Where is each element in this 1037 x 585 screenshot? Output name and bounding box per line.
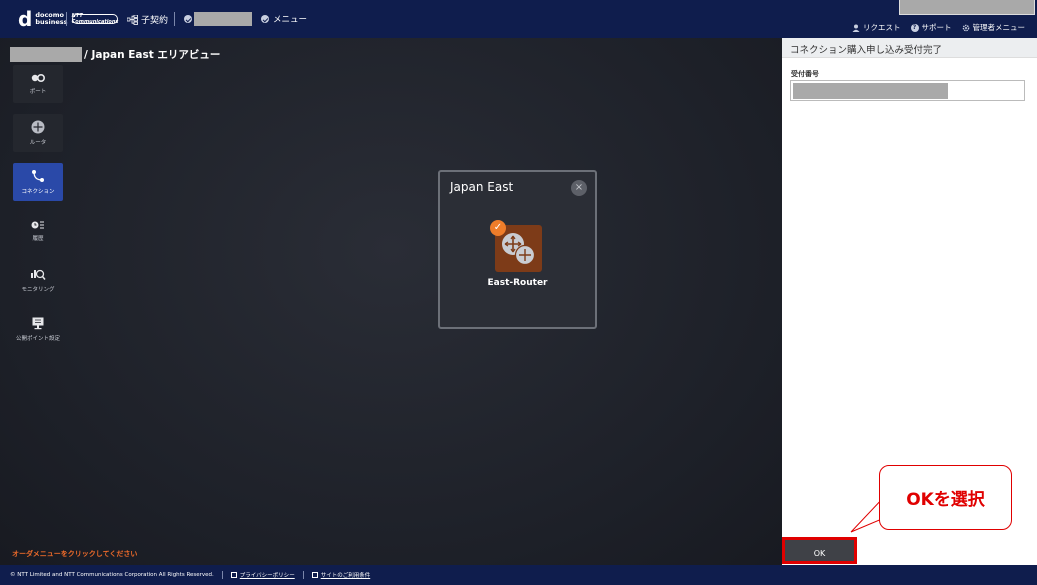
child-contract-menu[interactable]: 子契約 [127, 13, 168, 26]
user-icon [852, 24, 860, 32]
receipt-number-field[interactable] [790, 80, 1025, 101]
ntt-communications-logo: NTT Communications [71, 13, 119, 25]
sidebar-item-router[interactable]: ルータ [13, 114, 63, 152]
footer-divider [221, 571, 223, 579]
header-divider [174, 12, 175, 26]
privacy-policy-link[interactable]: プライバシーポリシー [230, 571, 295, 579]
header-divider [66, 12, 67, 26]
breadcrumb: / Japan East エリアビュー [10, 47, 220, 62]
port-icon [31, 74, 45, 82]
admin-menu-link[interactable]: 管理者メニュー [962, 22, 1026, 33]
copyright-text: © NTT Limited and NTT Communications Cor… [10, 572, 214, 578]
breadcrumb-area-label: / Japan East エリアビュー [84, 49, 221, 61]
hierarchy-icon [127, 14, 138, 25]
close-icon[interactable]: × [571, 180, 587, 196]
callout-annotation: OKを選択 [879, 465, 1012, 530]
menu-label: メニュー [273, 15, 308, 25]
panel-title: コネクション購入申し込み受付完了 [782, 38, 1037, 58]
privacy-policy-label: プライバシーポリシー [239, 573, 295, 579]
sidebar-item-label: 公開ポイント設定 [15, 336, 60, 342]
area-popup: Japan East × ✓ East-Router [438, 170, 597, 329]
request-label: リクエスト [863, 23, 901, 32]
order-sidebar: ポート ルータ コネクション 履歴 モニタリング 公開ポイント設定 [13, 65, 63, 359]
sidebar-item-label: ルータ [29, 140, 47, 146]
sidebar-item-connection[interactable]: コネクション [13, 163, 63, 201]
sidebar-item-history[interactable]: 履歴 [13, 212, 63, 250]
header-right-links: リクエスト ? サポート 管理者メニュー [842, 22, 1025, 33]
footer-divider [302, 571, 304, 579]
child-contract-label: 子契約 [141, 16, 169, 26]
help-icon: ? [910, 23, 919, 32]
footer: © NTT Limited and NTT Communications Cor… [0, 565, 1037, 585]
sidebar-item-label: ポート [29, 89, 47, 95]
router-name: East-Router [487, 278, 548, 288]
selected-check-icon: ✓ [490, 220, 506, 236]
area-view-canvas[interactable]: / Japan East エリアビュー ポート ルータ コネクション 履歴 モニ… [0, 38, 782, 565]
support-label: サポート [921, 23, 952, 32]
public-point-icon [32, 317, 44, 330]
router-icon [31, 120, 45, 134]
request-link[interactable]: リクエスト [852, 22, 901, 33]
docomo-business-logo[interactable]: d docomo business [18, 7, 68, 31]
sidebar-item-monitoring[interactable]: モニタリング [13, 261, 63, 299]
support-link[interactable]: ? サポート [910, 22, 952, 33]
terms-of-use-link[interactable]: サイトのご利用条件 [311, 571, 371, 579]
history-icon [31, 221, 44, 229]
terms-of-use-label: サイトのご利用条件 [320, 573, 371, 579]
sidebar-item-label: モニタリング [21, 287, 55, 293]
ok-button[interactable]: OK [782, 537, 857, 564]
external-link-icon [230, 572, 237, 578]
sidebar-item-label: コネクション [21, 189, 55, 195]
external-link-icon [311, 572, 318, 578]
receipt-number-redacted [793, 83, 948, 99]
sidebar-item-port[interactable]: ポート [13, 65, 63, 103]
popup-title: Japan East [450, 180, 514, 194]
receipt-number-label: 受付番号 [791, 70, 819, 78]
breadcrumb-redacted[interactable] [10, 47, 82, 62]
contract-name-redacted[interactable] [194, 12, 252, 26]
gear-icon [962, 24, 969, 31]
contract-check-icon [184, 15, 192, 23]
connection-icon [32, 170, 44, 182]
sidebar-item-public-point-settings[interactable]: 公開ポイント設定 [13, 310, 63, 348]
menu-check-icon [261, 15, 269, 23]
order-menu-hint: オーダメニューをクリックしてください [12, 550, 138, 558]
account-name-redacted[interactable] [899, 0, 1035, 15]
logo-mark: d [18, 7, 33, 31]
logo-line2: business [35, 18, 68, 26]
admin-menu-label: 管理者メニュー [972, 23, 1026, 32]
menu-button[interactable]: メニュー [261, 13, 307, 25]
sidebar-item-label: 履歴 [32, 236, 44, 242]
top-header: d docomo business NTT Communications 子契約… [0, 0, 1037, 38]
monitoring-icon [31, 269, 46, 280]
